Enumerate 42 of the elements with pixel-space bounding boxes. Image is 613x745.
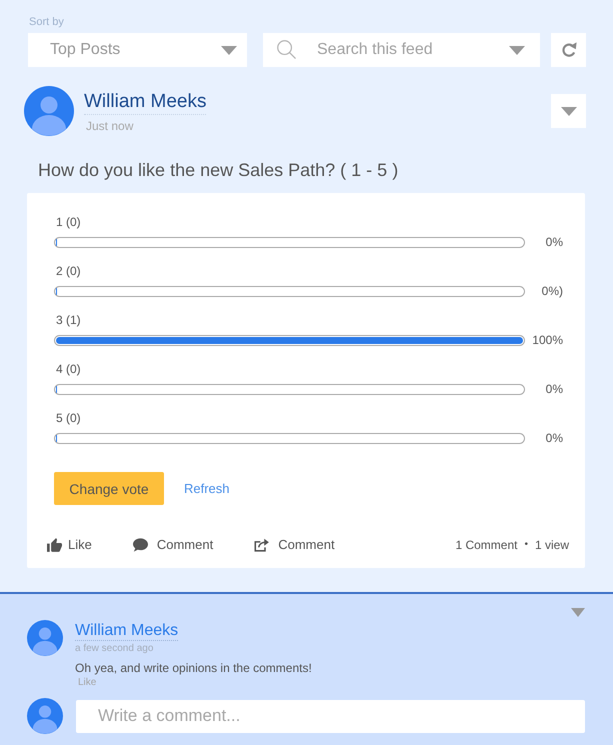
avatar-icon	[24, 86, 74, 136]
avatar-icon	[27, 620, 63, 656]
view-count: 1 view	[534, 537, 569, 553]
author-name-link[interactable]: William Meeks	[84, 91, 206, 115]
speech-bubble-icon	[132, 538, 148, 552]
avatar-icon	[27, 698, 63, 734]
percentage-text: 0%	[544, 235, 563, 249]
comment-text: Oh yea, and write opinions in the comments!	[75, 661, 312, 675]
caret-icon[interactable]	[509, 46, 525, 55]
change-vote-button[interactable]: Change vote	[54, 472, 164, 505]
share-button[interactable]: Comment	[254, 537, 335, 553]
separator: •	[524, 538, 528, 552]
percentage-text: 0%	[544, 431, 563, 445]
poll-option-label: 2 (0)	[56, 264, 81, 278]
poll-option-label: 4 (0)	[56, 362, 81, 376]
poll-option-label: 1 (0)	[56, 215, 81, 229]
post-time: Just now	[86, 119, 134, 133]
refresh-link[interactable]: Refresh	[184, 480, 230, 496]
poll-option-label: 3 (1)	[56, 313, 81, 327]
post-menu-button[interactable]	[551, 94, 586, 128]
caret-icon	[221, 46, 237, 54]
sort-label: Sort by	[29, 15, 64, 29]
percentage-text: 0%	[544, 382, 563, 396]
search-icon	[277, 40, 296, 59]
search-field[interactable]: Search this feed	[263, 33, 540, 67]
like-button[interactable]: Like	[47, 537, 92, 553]
poll-option-label: 5 (0)	[56, 411, 81, 425]
caret-icon	[560, 106, 576, 116]
comment-time: a few second ago	[75, 643, 154, 655]
comment-author-link[interactable]: William Meeks	[75, 622, 178, 641]
percentage-text: 0%)	[540, 284, 563, 298]
thumbs-up-icon	[47, 538, 62, 552]
refresh-icon	[560, 42, 576, 58]
share-icon	[254, 538, 270, 552]
comment-input[interactable]: Write a comment...	[76, 700, 585, 732]
comment-button[interactable]: Comment	[132, 537, 214, 553]
sort-dropdown[interactable]: Top Posts	[28, 33, 247, 67]
caret-icon[interactable]	[571, 608, 585, 617]
percentage-text: 100%	[531, 333, 563, 347]
refresh-button[interactable]	[551, 33, 586, 67]
poll-question: How do you like the new Sales Path? ( 1 - 5 )	[38, 159, 398, 181]
comment-count: 1 Comment	[455, 537, 518, 553]
